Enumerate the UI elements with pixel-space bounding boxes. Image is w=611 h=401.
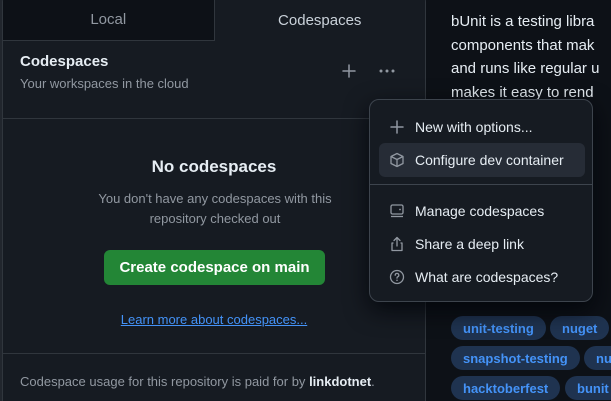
codespaces-header: Codespaces Your workspaces in the cloud <box>3 41 425 119</box>
menu-item-label: What are codespaces? <box>415 269 559 285</box>
plus-icon <box>388 118 406 136</box>
menu-divider <box>370 184 592 185</box>
server-icon <box>388 202 406 220</box>
empty-state-description: You don't have any codespaces with this … <box>98 191 332 226</box>
menu-item-manage-codespaces[interactable]: Manage codespaces <box>379 194 585 228</box>
readme-line: and runs like regular u <box>451 60 600 77</box>
container-icon <box>388 151 406 169</box>
page: bUnit is a testing libra components that… <box>0 0 611 401</box>
kebab-horizontal-icon <box>379 69 395 73</box>
menu-item-label: Configure dev container <box>415 152 564 168</box>
footer-period: . <box>371 374 375 389</box>
menu-item-label: Share a deep link <box>415 236 524 252</box>
footer-owner: linkdotnet <box>309 374 372 389</box>
create-codespace-button[interactable]: Create codespace on main <box>104 250 325 285</box>
tab-local[interactable]: Local <box>3 0 215 41</box>
menu-item-share-deep-link[interactable]: Share a deep link <box>379 227 585 261</box>
usage-footer: Codespace usage for this repository is p… <box>20 374 375 389</box>
share-icon <box>388 235 406 253</box>
learn-more-link[interactable]: Learn more about codespaces... <box>3 312 425 327</box>
readme-line: bUnit is a testing libra <box>451 13 595 30</box>
codespaces-subtitle: Your workspaces in the cloud <box>20 76 189 91</box>
menu-item-label: Manage codespaces <box>415 203 545 219</box>
readme-line: components that mak <box>451 36 595 54</box>
more-options-button[interactable] <box>373 57 401 85</box>
topic-tag-bunit[interactable]: bunit <box>565 376 611 400</box>
plus-icon <box>342 64 356 78</box>
footer-text: Codespace usage for this repository is p… <box>20 374 306 389</box>
topic-tag-hacktoberfest[interactable]: hacktoberfest <box>451 376 561 400</box>
panel-tabs: Local Codespaces <box>3 0 425 41</box>
topic-tag-nu[interactable]: nu <box>584 346 611 370</box>
codespaces-options-menu: New with options... Configure dev contai… <box>369 99 593 302</box>
question-icon <box>388 268 406 286</box>
topic-tag-nuget[interactable]: nuget <box>550 316 610 340</box>
footer-divider <box>3 353 425 354</box>
empty-state-title: No codespaces <box>151 157 277 176</box>
menu-item-new-with-options[interactable]: New with options... <box>379 110 585 144</box>
code-dropdown-panel: Local Codespaces Codespaces Your workspa… <box>2 0 426 401</box>
menu-item-configure-dev-container[interactable]: Configure dev container <box>379 143 585 177</box>
menu-item-what-are-codespaces[interactable]: What are codespaces? <box>379 260 585 294</box>
codespaces-title: Codespaces <box>20 53 109 70</box>
menu-item-label: New with options... <box>415 119 533 135</box>
new-codespace-button[interactable] <box>335 57 363 85</box>
topic-tag-snapshot-testing[interactable]: snapshot-testing <box>451 346 580 370</box>
topic-tag-unit-testing[interactable]: unit-testing <box>451 316 546 340</box>
tab-codespaces[interactable]: Codespaces <box>214 0 425 41</box>
